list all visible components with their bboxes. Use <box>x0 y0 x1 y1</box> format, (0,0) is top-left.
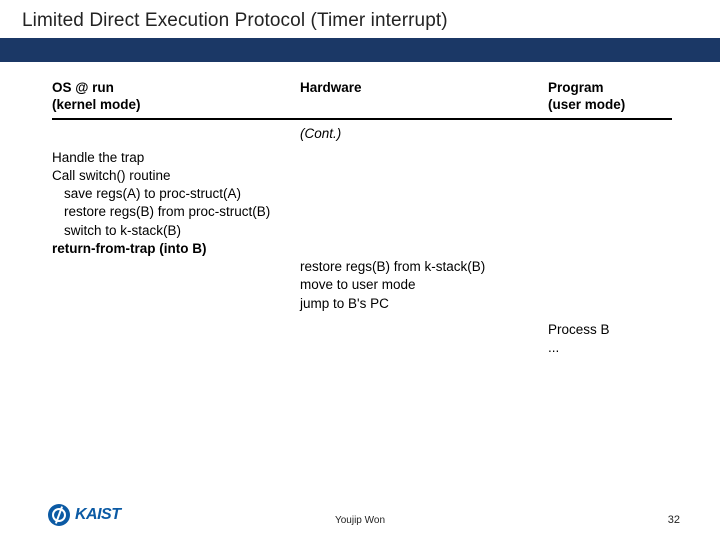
cell-prog-empty <box>548 149 672 258</box>
os-line-1: Handle the trap <box>52 149 300 167</box>
hw-line-1: restore regs(B) from k-stack(B) <box>300 258 548 276</box>
row-os: Handle the trap Call switch() routine sa… <box>52 149 672 258</box>
cell-prog-empty2 <box>548 258 672 313</box>
hw-line-2: move to user mode <box>300 276 548 294</box>
col-os-header-line2: (kernel mode) <box>52 97 300 114</box>
col-prog-header-line2: (user mode) <box>548 97 672 114</box>
os-line-6: return-from-trap (into B) <box>52 240 300 258</box>
cell-os-empty2 <box>52 321 300 357</box>
page-number: 32 <box>668 514 680 526</box>
col-hw-header-text: Hardware <box>300 80 548 97</box>
col-prog-header: Program (user mode) <box>548 80 672 114</box>
os-line-4: restore regs(B) from proc-struct(B) <box>52 203 300 221</box>
content-area: OS @ run (kernel mode) Hardware Program … <box>0 62 720 357</box>
continuation-label: (Cont.) <box>300 126 672 141</box>
col-hw-header: Hardware <box>300 80 548 114</box>
logo: KAIST <box>48 504 121 526</box>
cell-hw-empty <box>300 149 548 258</box>
col-os-header: OS @ run (kernel mode) <box>52 80 300 114</box>
prog-line-1: Process B <box>548 321 672 339</box>
logo-mark-icon <box>48 504 70 526</box>
os-line-2: Call switch() routine <box>52 167 300 185</box>
cell-os-empty <box>52 258 300 313</box>
os-line-3: save regs(A) to proc-struct(A) <box>52 185 300 203</box>
footer: KAIST Youjip Won 32 <box>0 504 720 526</box>
col-prog-header-line1: Program <box>548 80 672 97</box>
cell-hw-empty2 <box>300 321 548 357</box>
hw-line-3: jump to B's PC <box>300 295 548 313</box>
title-bar: Limited Direct Execution Protocol (Timer… <box>0 0 720 38</box>
row-hw: restore regs(B) from k-stack(B) move to … <box>52 258 672 313</box>
cell-prog: Process B ... <box>548 321 672 357</box>
cell-os: Handle the trap Call switch() routine sa… <box>52 149 300 258</box>
slide-title: Limited Direct Execution Protocol (Timer… <box>22 10 720 32</box>
cell-hw: restore regs(B) from k-stack(B) move to … <box>300 258 548 313</box>
author-name: Youjip Won <box>335 515 385 526</box>
table-header-row: OS @ run (kernel mode) Hardware Program … <box>52 80 672 120</box>
header-band <box>0 38 720 62</box>
prog-line-2: ... <box>548 339 672 357</box>
row-prog: Process B ... <box>52 321 672 357</box>
slide: Limited Direct Execution Protocol (Timer… <box>0 0 720 540</box>
os-line-5: switch to k-stack(B) <box>52 222 300 240</box>
logo-text: KAIST <box>75 506 121 524</box>
col-os-header-line1: OS @ run <box>52 80 300 97</box>
gap <box>52 313 672 321</box>
